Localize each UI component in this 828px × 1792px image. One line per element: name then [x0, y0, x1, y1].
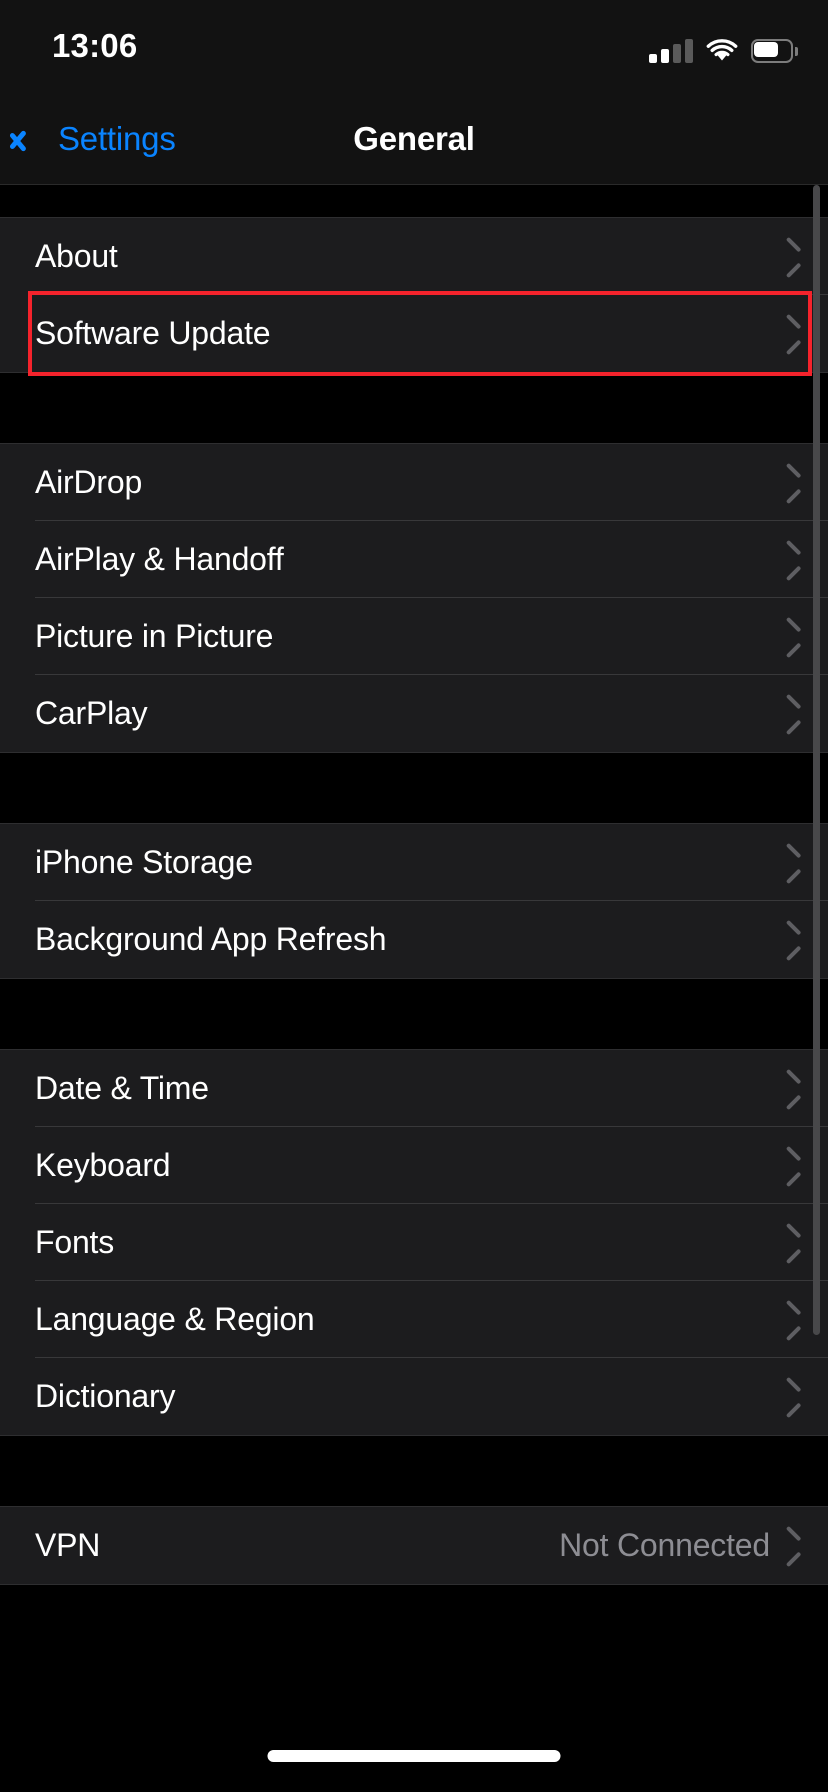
list-item-label: iPhone Storage [35, 844, 253, 880]
list-item-label: VPN [35, 1527, 101, 1563]
list-item-label: AirPlay & Handoff [35, 541, 284, 577]
chevron-right-icon [786, 1305, 804, 1335]
list-item-label: Picture in Picture [35, 618, 274, 654]
list-item-label: Background App Refresh [35, 921, 387, 957]
section-gap [0, 373, 828, 443]
list-item-label: Dictionary [35, 1378, 176, 1414]
list-item-airdrop[interactable]: AirDrop [0, 444, 828, 521]
chevron-right-icon [786, 468, 804, 498]
list-item-label: Keyboard [35, 1147, 171, 1183]
list-item-vpn[interactable]: VPN Not Connected [0, 1507, 828, 1584]
list-item-fonts[interactable]: Fonts [0, 1204, 828, 1281]
chevron-right-icon [786, 1531, 804, 1561]
home-indicator-area [0, 1740, 828, 1792]
section-gap [0, 979, 828, 1049]
section-vpn: VPN Not Connected [0, 1506, 828, 1585]
list-item-about[interactable]: About [0, 218, 828, 295]
settings-list[interactable]: About Software Update AirDrop AirPlay & Han… [0, 185, 828, 1792]
chevron-right-icon [786, 1151, 804, 1181]
list-item-label: Date & Time [35, 1070, 209, 1106]
list-item-value: Not Connected [559, 1527, 770, 1563]
list-item-dictionary[interactable]: Dictionary [0, 1358, 828, 1435]
list-item-label: Language & Region [35, 1301, 315, 1337]
list-item-label: CarPlay [35, 695, 148, 731]
section-localization: Date & Time Keyboard Fonts Language & Regio… [0, 1049, 828, 1436]
list-item-software-update[interactable]: Software Update [0, 295, 828, 372]
chevron-right-icon [786, 545, 804, 575]
status-bar-indicators [649, 31, 798, 63]
page-title: General [353, 120, 475, 157]
chevron-right-icon [786, 848, 804, 878]
section-storage: iPhone Storage Background App Refresh [0, 823, 828, 979]
status-bar-clock: 13:06 [52, 27, 138, 64]
list-item-picture-in-picture[interactable]: Picture in Picture [0, 598, 828, 675]
list-item-date-time[interactable]: Date & Time [0, 1050, 828, 1127]
chevron-right-icon [786, 242, 804, 272]
chevron-right-icon [786, 925, 804, 955]
wifi-icon [706, 39, 738, 63]
chevron-right-icon [786, 622, 804, 652]
chevron-right-icon [786, 1382, 804, 1412]
list-item-carplay[interactable]: CarPlay [0, 675, 828, 752]
list-item-language-region[interactable]: Language & Region [0, 1281, 828, 1358]
section-about: About Software Update [0, 217, 828, 373]
status-bar: 13:06 [0, 0, 828, 92]
iphone-settings-screen: 13:06 Settings General About Software Up… [0, 0, 828, 1792]
section-gap [0, 1436, 828, 1506]
chevron-right-icon [786, 1228, 804, 1258]
list-item-label: About [35, 238, 118, 274]
list-item-iphone-storage[interactable]: iPhone Storage [0, 824, 828, 901]
list-item-background-app-refresh[interactable]: Background App Refresh [0, 901, 828, 978]
home-indicator[interactable] [267, 1750, 561, 1762]
list-item-label: Software Update [35, 315, 271, 351]
battery-fill-level [753, 41, 778, 57]
list-item-airplay-handoff[interactable]: AirPlay & Handoff [0, 521, 828, 598]
vertical-scrollbar[interactable] [813, 185, 820, 1335]
section-gap [0, 185, 828, 217]
section-gap [0, 753, 828, 823]
list-item-keyboard[interactable]: Keyboard [0, 1127, 828, 1204]
battery-icon [751, 39, 798, 63]
chevron-right-icon [786, 319, 804, 349]
chevron-right-icon [786, 699, 804, 729]
navigation-bar: Settings General [0, 92, 828, 185]
section-connectivity: AirDrop AirPlay & Handoff Picture in Pictu… [0, 443, 828, 753]
list-item-label: AirDrop [35, 464, 143, 500]
list-item-label: Fonts [35, 1224, 115, 1260]
cellular-signal-icon [649, 39, 693, 63]
chevron-right-icon [786, 1074, 804, 1104]
